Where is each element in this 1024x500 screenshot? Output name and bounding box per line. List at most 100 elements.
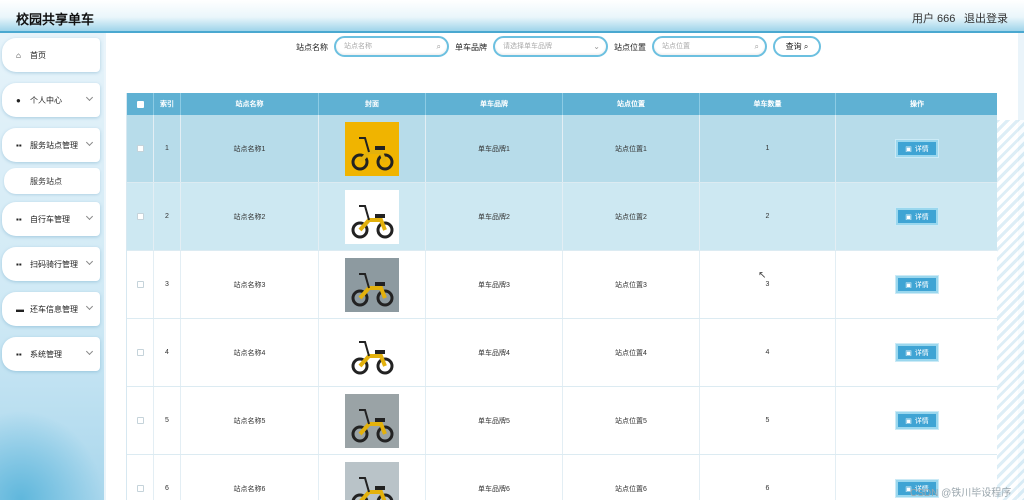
cell-name: 站点名称5 xyxy=(181,387,319,454)
detail-button-label: 详情 xyxy=(914,417,929,425)
chevron-down-icon xyxy=(85,138,94,147)
cell-count: 6 xyxy=(700,455,836,500)
grid-icon: ▪▪ xyxy=(16,214,22,224)
cell-brand: 单车品牌5 xyxy=(426,387,563,454)
sidebar-item-bike-management[interactable]: ▪▪ 自行车管理 xyxy=(2,202,100,236)
sidebar-item-scan-ride-management[interactable]: ▪▪ 扫码骑行管理 xyxy=(2,247,100,281)
chevron-down-icon xyxy=(85,257,94,266)
detail-button[interactable]: ▣ 详情 xyxy=(896,344,938,361)
sidebar-item-label: 还车信息管理 xyxy=(30,304,78,314)
row-checkbox[interactable] xyxy=(136,213,144,220)
chevron-down-icon xyxy=(85,302,94,311)
mouse-cursor-icon: ↖ xyxy=(758,270,767,281)
cell-cover xyxy=(319,115,426,182)
sidebar-item-label: 服务站点管理 xyxy=(30,140,78,150)
cell-cover xyxy=(319,251,426,318)
sidebar-item-system-management[interactable]: ▪▪ 系统管理 xyxy=(2,337,100,371)
row-select-cell xyxy=(127,319,154,386)
cell-count: 3 xyxy=(700,251,836,318)
table-row: 4 站点名称4 单车品牌4 站点位置4 4 ▣ 详情 xyxy=(127,319,997,387)
document-icon: ▣ xyxy=(905,145,912,153)
table-row: 6 站点名称6 单车品牌6 站点位置6 6 ▣ 详情 xyxy=(127,455,997,500)
row-select-cell xyxy=(127,387,154,454)
sidebar-item-label: 个人中心 xyxy=(30,95,62,105)
document-icon: ▣ xyxy=(905,213,912,221)
row-checkbox[interactable] xyxy=(136,145,144,152)
sidebar-item-return-management[interactable]: ▬ 还车信息管理 xyxy=(2,292,100,326)
detail-button[interactable]: ▣ 详情 xyxy=(896,140,938,157)
chevron-down-icon xyxy=(85,347,94,356)
cell-index: 4 xyxy=(154,319,181,386)
table-header: 索引 站点名称 封面 单车品牌 站点位置 单车数量 操作 xyxy=(127,93,997,115)
cell-index: 3 xyxy=(154,251,181,318)
bike-cover-image xyxy=(345,461,399,500)
cell-index: 1 xyxy=(154,115,181,182)
bike-cover-image xyxy=(345,189,399,244)
row-checkbox[interactable] xyxy=(136,349,144,356)
query-button[interactable]: 查询 ⌕ xyxy=(773,36,821,57)
sidebar-item-label: 首页 xyxy=(30,50,46,60)
header-station-location: 站点位置 xyxy=(563,93,700,115)
detail-button[interactable]: ▣ 详情 xyxy=(896,412,938,429)
bike-brand-select[interactable]: 请选择单车品牌 ⌄ xyxy=(493,36,608,57)
cell-location: 站点位置5 xyxy=(563,387,700,454)
search-icon: ⌕ xyxy=(754,42,759,51)
grid-icon: ▪▪ xyxy=(16,259,22,269)
row-checkbox[interactable] xyxy=(136,485,144,492)
bike-cover-image xyxy=(345,325,399,380)
watermark: CSDN @铁川毕设程序 xyxy=(910,488,1012,499)
app-title: 校园共享单车 xyxy=(16,12,95,27)
detail-button[interactable]: ▣ 详情 xyxy=(896,208,938,225)
grid-icon: ▪▪ xyxy=(16,140,22,150)
cell-location: 站点位置4 xyxy=(563,319,700,386)
cell-action: ▣ 详情 xyxy=(836,387,997,454)
cell-brand: 单车品牌3 xyxy=(426,251,563,318)
cell-brand: 单车品牌2 xyxy=(426,183,563,250)
table-row: 3 站点名称3 单车品牌3 站点位置3 3 ▣ 详情 xyxy=(127,251,997,319)
sidebar-item-home[interactable]: ⌂ 首页 xyxy=(2,38,100,72)
cell-cover xyxy=(319,319,426,386)
detail-button[interactable]: ▣ 详情 xyxy=(896,276,938,293)
cell-brand: 单车品牌4 xyxy=(426,319,563,386)
document-icon: ▣ xyxy=(905,281,912,289)
home-icon: ⌂ xyxy=(16,50,21,60)
row-select-cell xyxy=(127,251,154,318)
cell-location: 站点位置1 xyxy=(563,115,700,182)
row-checkbox[interactable] xyxy=(136,281,144,288)
table-row: 5 站点名称5 单车品牌5 站点位置5 5 ▣ 详情 xyxy=(127,387,997,455)
cell-index: 5 xyxy=(154,387,181,454)
cell-name: 站点名称6 xyxy=(181,455,319,500)
row-checkbox[interactable] xyxy=(136,417,144,424)
grid-icon: ▪▪ xyxy=(16,349,22,359)
detail-button-label: 详情 xyxy=(914,281,929,289)
cell-count: 2 xyxy=(700,183,836,250)
cell-cover xyxy=(319,387,426,454)
sidebar-item-personal-center[interactable]: ● 个人中心 xyxy=(2,83,100,117)
station-name-label: 站点名称 xyxy=(296,43,328,52)
query-button-label: 查询 xyxy=(785,42,802,51)
cell-name: 站点名称1 xyxy=(181,115,319,182)
cell-cover xyxy=(319,183,426,250)
cell-action: ▣ 详情 xyxy=(836,319,997,386)
cell-name: 站点名称4 xyxy=(181,319,319,386)
header-bike-count: 单车数量 xyxy=(700,93,836,115)
header-action: 操作 xyxy=(910,101,924,108)
sidebar-item-station-management[interactable]: ▪▪ 服务站点管理 xyxy=(2,128,100,162)
station-location-input[interactable]: 站点位置 ⌕ xyxy=(652,36,767,57)
sidebar-subitem-service-station[interactable]: 服务站点 xyxy=(4,168,100,194)
user-icon: ● xyxy=(16,95,21,105)
cell-index: 2 xyxy=(154,183,181,250)
bike-brand-label: 单车品牌 xyxy=(455,43,487,52)
bike-brand-placeholder: 请选择单车品牌 xyxy=(503,43,552,50)
row-select-cell xyxy=(127,183,154,250)
cell-location: 站点位置2 xyxy=(563,183,700,250)
station-location-label: 站点位置 xyxy=(614,43,646,52)
document-icon: ▣ xyxy=(905,417,912,425)
briefcase-icon: ▬ xyxy=(16,304,24,314)
detail-button-label: 详情 xyxy=(914,213,929,221)
current-user[interactable]: 用户 666 xyxy=(912,10,955,26)
cell-action: ▣ 详情 xyxy=(836,183,997,250)
select-all-checkbox[interactable] xyxy=(136,100,144,108)
station-name-input[interactable]: 站点名称 ⌕ xyxy=(334,36,449,57)
logout-link[interactable]: 退出登录 xyxy=(964,10,1008,26)
